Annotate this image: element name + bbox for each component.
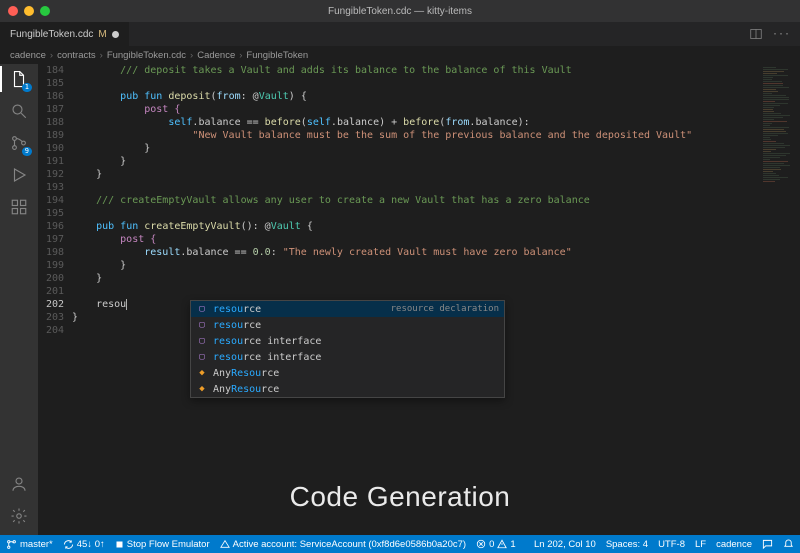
line-number: 203 [38,311,64,324]
line-number: 196 [38,220,64,233]
extensions-icon[interactable] [10,198,28,216]
status-account[interactable]: Active account: ServiceAccount (0xf8d6e0… [220,539,466,550]
suggest-label: resource [213,319,494,332]
struct-icon: ◆ [196,383,208,395]
suggest-label: resource [213,303,386,316]
suggest-item[interactable]: ▢ resource interface [191,333,504,349]
tab-fungibletoken[interactable]: FungibleToken.cdc M [0,22,130,46]
line-number: 202 [38,298,64,311]
titlebar: FungibleToken.cdc — kitty-items [0,0,800,22]
line-number: 204 [38,324,64,337]
snippet-icon: ▢ [196,335,208,347]
line-number: 186 [38,90,64,103]
breadcrumb-item[interactable]: FungibleToken [246,50,308,61]
status-problems[interactable]: 0 1 [476,539,516,550]
suggest-label: resource interface [213,335,494,348]
status-bar: master* 45↓ 0↑ Stop Flow Emulator Active… [0,535,800,553]
breadcrumb-item[interactable]: Cadence [197,50,235,61]
breadcrumb-item[interactable]: contracts [57,50,96,61]
suggest-item[interactable]: ◆ AnyResource [191,381,504,397]
suggest-item[interactable]: ◆ AnyResource [191,365,504,381]
suggest-label: AnyResource [213,383,494,396]
breadcrumb-item[interactable]: FungibleToken.cdc [107,50,186,61]
line-number: 197 [38,233,64,246]
tab-label: FungibleToken.cdc [10,29,93,40]
status-branch[interactable]: master* [6,539,53,550]
status-feedback-icon[interactable] [762,539,773,550]
explorer-icon[interactable]: 1 [10,70,28,88]
activity-bar: 1 9 [0,64,38,535]
line-number: 189 [38,129,64,142]
tab-bar: FungibleToken.cdc M ··· [0,22,800,46]
snippet-icon: ▢ [196,319,208,331]
line-number: 199 [38,259,64,272]
tab-modified-indicator: M [98,29,106,40]
line-number: 192 [38,168,64,181]
line-number: 201 [38,285,64,298]
suggest-item[interactable]: ▢ resource resource declaration [191,301,504,317]
suggest-item[interactable]: ▢ resource [191,317,504,333]
status-task[interactable]: Stop Flow Emulator [115,539,210,550]
line-number: 191 [38,155,64,168]
minimap[interactable] [760,64,800,535]
editor[interactable]: 1841851861871881891901911921931941951961… [38,64,760,535]
line-number: 184 [38,64,64,77]
run-debug-icon[interactable] [10,166,28,184]
suggest-item[interactable]: ▢ resource interface [191,349,504,365]
line-number: 185 [38,77,64,90]
window-title: FungibleToken.cdc — kitty-items [0,6,800,17]
line-number: 195 [38,207,64,220]
status-sync[interactable]: 45↓ 0↑ [63,539,105,550]
more-actions-icon[interactable]: ··· [772,29,790,40]
intellisense-popup[interactable]: ▢ resource resource declaration ▢ resource ▢ r… [190,300,505,398]
breadcrumb-item[interactable]: cadence [10,50,46,61]
breadcrumb[interactable]: cadence› contracts› FungibleToken.cdc› C… [0,46,800,64]
line-number: 200 [38,272,64,285]
status-language[interactable]: cadence [716,539,752,550]
line-number: 187 [38,103,64,116]
overlay-caption: Code Generation [0,481,800,513]
status-bell-icon[interactable] [783,539,794,550]
explorer-badge: 1 [22,83,32,92]
status-eol[interactable]: LF [695,539,706,550]
line-number: 198 [38,246,64,259]
snippet-icon: ▢ [196,303,208,315]
suggest-detail: resource declaration [391,303,499,316]
snippet-icon: ▢ [196,351,208,363]
code-content[interactable]: /// deposit takes a Vault and adds its b… [72,64,760,535]
suggest-label: resource interface [213,351,494,364]
status-position[interactable]: Ln 202, Col 10 [534,539,596,550]
line-number-gutter: 1841851861871881891901911921931941951961… [38,64,72,535]
line-number: 194 [38,194,64,207]
line-number: 193 [38,181,64,194]
status-indentation[interactable]: Spaces: 4 [606,539,648,550]
suggest-label: AnyResource [213,367,494,380]
split-editor-icon[interactable] [750,28,762,40]
text-cursor [126,299,127,310]
scm-badge: 9 [22,147,32,156]
line-number: 190 [38,142,64,155]
search-icon[interactable] [10,102,28,120]
tab-dirty-icon [112,31,119,38]
source-control-icon[interactable]: 9 [10,134,28,152]
line-number: 188 [38,116,64,129]
status-encoding[interactable]: UTF-8 [658,539,685,550]
struct-icon: ◆ [196,367,208,379]
